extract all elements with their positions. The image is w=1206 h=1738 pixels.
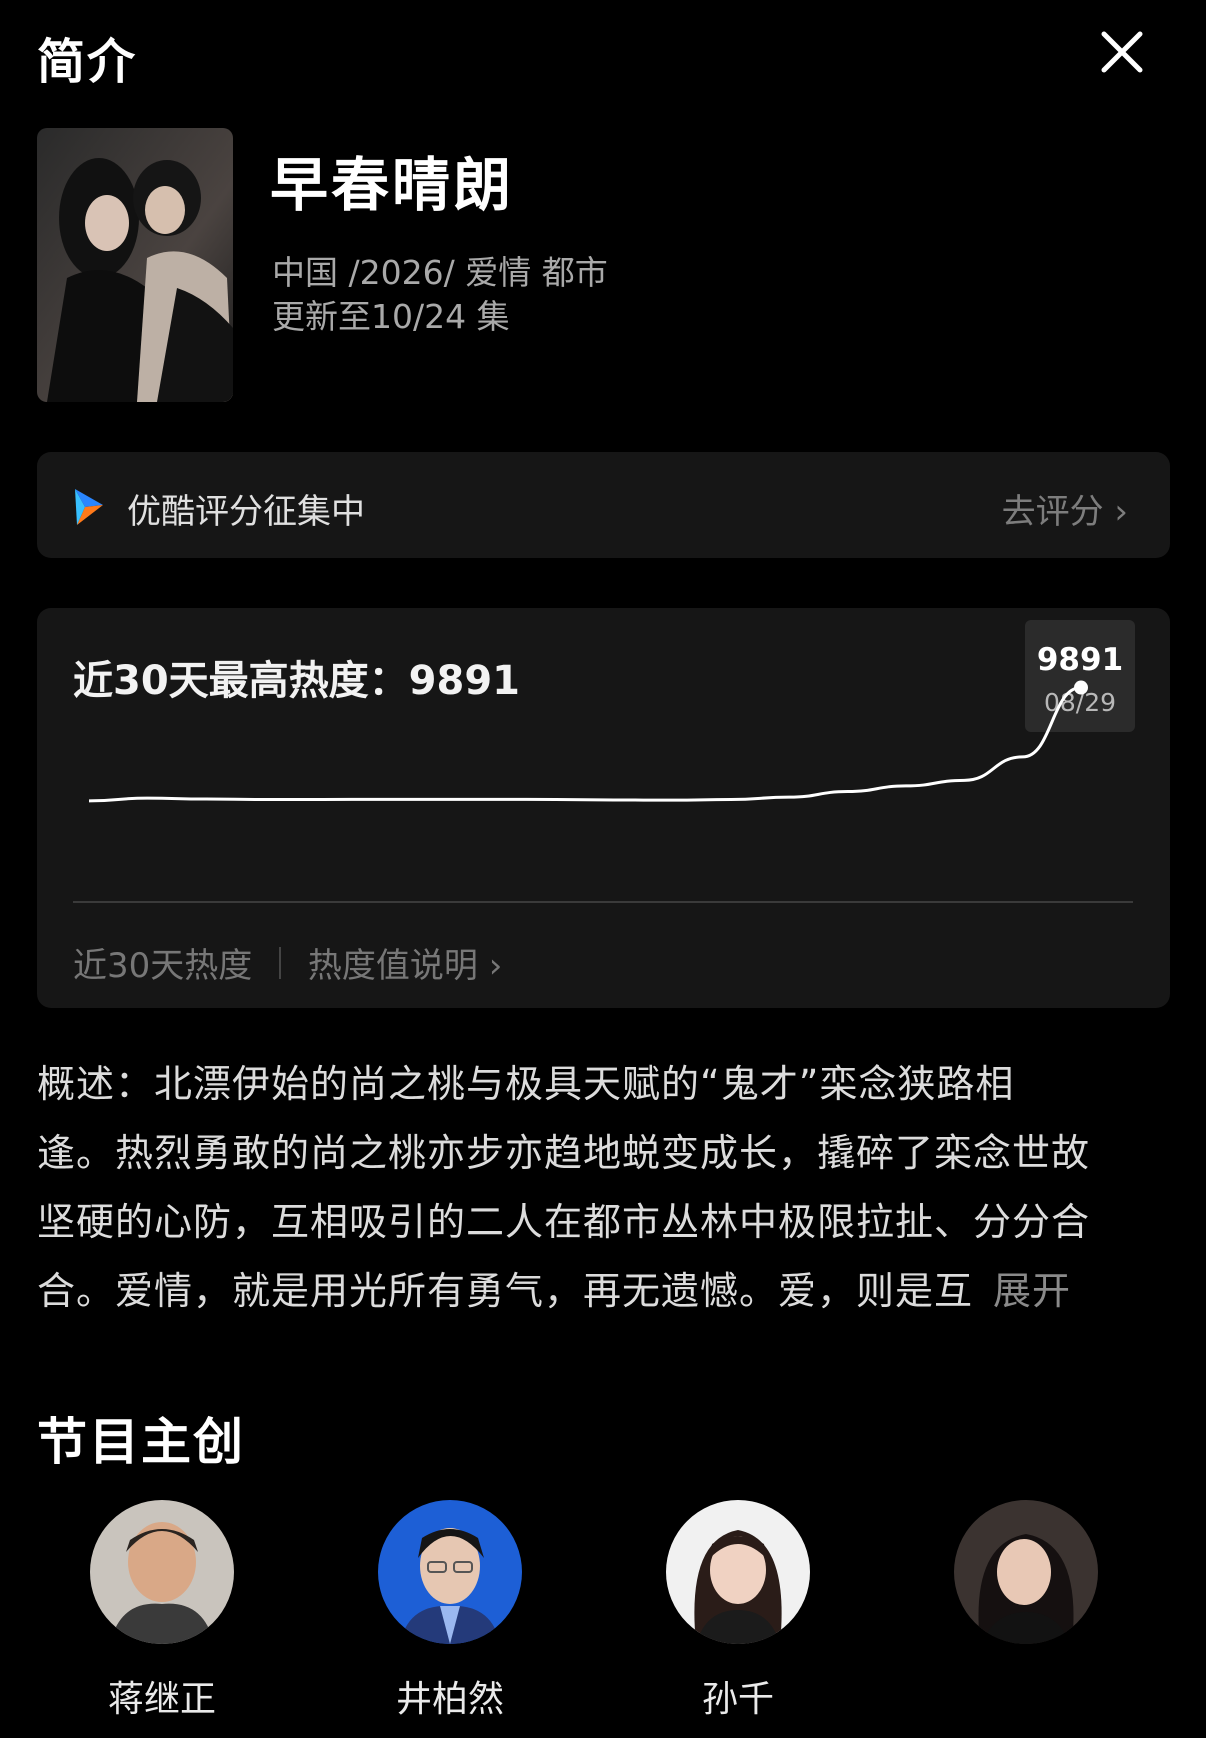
creator-name: 蒋继正 bbox=[107, 1679, 216, 1720]
avatar bbox=[954, 1500, 1098, 1644]
heat-peak-point[interactable] bbox=[1074, 680, 1088, 695]
divider bbox=[279, 946, 282, 979]
rating-label: 优酷评分征集中 bbox=[127, 492, 365, 532]
synopsis-line: 概述：北漂伊始的尚之桃与极具天赋的“鬼才”栾念狭路相 bbox=[37, 1062, 1015, 1106]
synopsis-text: 合。爱情，就是用光所有勇气，再无遗憾。爱，则是互 bbox=[37, 1269, 974, 1313]
creator-name: 井柏然 bbox=[395, 1679, 504, 1720]
rate-button[interactable]: 去评分 › bbox=[1002, 484, 1128, 533]
synopsis-line-last: 合。爱情，就是用光所有勇气，再无遗憾。爱，则是互 展开 bbox=[37, 1257, 1177, 1326]
heat-card: 近30天最高热度：9891 9891 08/29 近30天热度 热度值说明 › bbox=[37, 608, 1170, 1008]
heat-footer: 近30天热度 热度值说明 › bbox=[73, 938, 502, 987]
show-meta: 中国 /2026/ 爱情 都市 bbox=[272, 253, 608, 292]
creator-item[interactable] bbox=[926, 1500, 1126, 1714]
heat-footer-label: 近30天热度 bbox=[73, 946, 253, 986]
avatar bbox=[90, 1500, 234, 1644]
creator-name: 孙千 bbox=[701, 1679, 774, 1720]
creator-list: 蒋继正 井柏然 孙千 bbox=[0, 1500, 1206, 1738]
creator-item[interactable]: 孙千 bbox=[638, 1500, 838, 1720]
heat-series-line bbox=[88, 686, 1082, 803]
show-poster bbox=[37, 128, 233, 402]
show-title: 早春晴朗 bbox=[270, 151, 515, 219]
expand-button[interactable]: 展开 bbox=[993, 1269, 1071, 1313]
close-icon bbox=[1101, 31, 1143, 73]
close-button[interactable] bbox=[1096, 26, 1148, 78]
synopsis-line: 逢。热烈勇敢的尚之桃亦步亦趋地蜕变成长，撬碎了栾念世故 bbox=[37, 1131, 1091, 1175]
episode-status: 更新至10/24 集 bbox=[272, 297, 510, 336]
rating-prompt-bar[interactable]: 优酷评分征集中 去评分 › bbox=[37, 452, 1170, 558]
creator-item[interactable]: 井柏然 bbox=[350, 1500, 550, 1720]
synopsis: 概述：北漂伊始的尚之桃与极具天赋的“鬼才”栾念狭路相 逢。热烈勇敢的尚之桃亦步亦… bbox=[37, 1050, 1177, 1326]
creator-item[interactable]: 蒋继正 bbox=[62, 1500, 262, 1720]
creator-name bbox=[926, 1670, 1126, 1714]
youku-play-icon bbox=[75, 489, 103, 525]
page-title: 简介 bbox=[37, 34, 138, 90]
avatar bbox=[378, 1500, 522, 1644]
synopsis-line: 坚硬的心防，互相吸引的二人在都市丛林中极限拉扯、分分合 bbox=[37, 1200, 1091, 1244]
heat-chart bbox=[73, 680, 1133, 903]
heat-explain-link[interactable]: 热度值说明 › bbox=[308, 938, 502, 987]
avatar bbox=[666, 1500, 810, 1644]
section-title-creators: 节目主创 bbox=[37, 1413, 245, 1471]
